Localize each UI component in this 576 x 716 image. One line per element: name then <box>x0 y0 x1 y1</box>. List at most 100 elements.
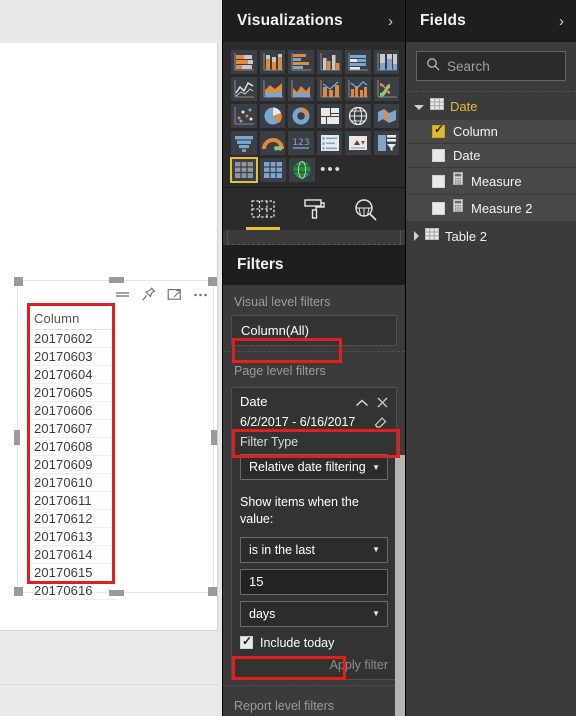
multi-row-card-visual-icon[interactable] <box>316 131 342 155</box>
card-visual-icon[interactable]: 123 <box>288 131 314 155</box>
analytics-tab[interactable] <box>350 195 380 223</box>
table-row[interactable]: 20170613 <box>31 528 117 546</box>
focus-mode-icon[interactable] <box>166 286 183 303</box>
field-checkbox[interactable] <box>432 149 445 162</box>
fields-table-date[interactable]: Date <box>406 92 576 120</box>
date-filter-title: Date <box>240 394 268 409</box>
field-item-measure[interactable]: Measure <box>406 168 576 195</box>
table-row[interactable]: 20170605 <box>31 384 117 402</box>
matrix-visual-icon[interactable] <box>260 158 286 182</box>
table-row[interactable]: 20170616 <box>31 582 117 600</box>
kpi-visual-icon[interactable] <box>345 131 371 155</box>
resize-handle-bottom-left[interactable] <box>14 587 23 596</box>
triangle-down-icon[interactable] <box>414 104 424 110</box>
visualizations-title: Visualizations <box>237 12 343 29</box>
filled-map-visual-icon[interactable] <box>373 104 399 128</box>
table-row[interactable]: 20170604 <box>31 366 117 384</box>
table-row[interactable]: 20170612 <box>31 510 117 528</box>
more-options-icon[interactable] <box>192 286 209 303</box>
field-checkbox[interactable] <box>432 174 445 188</box>
slicer-visual-icon[interactable] <box>373 131 399 155</box>
unit-value: days <box>249 606 276 621</box>
date-filter-range: 6/2/2017 - 6/16/2017 <box>240 415 356 429</box>
filter-type-dropdown[interactable]: Relative date filtering ▼ <box>240 454 388 480</box>
treemap-chart-icon[interactable] <box>316 104 342 128</box>
table-grid[interactable]: Column 20170602 20170603 20170604 20170605 2… <box>31 309 117 600</box>
fields-table-table-2[interactable]: Table 2 <box>406 222 576 250</box>
more-visuals-icon[interactable]: ••• <box>318 158 344 182</box>
field-checkbox[interactable] <box>432 201 445 215</box>
gauge-chart-icon[interactable] <box>259 131 285 155</box>
resize-handle-bottom-right[interactable] <box>208 587 217 596</box>
table-row[interactable]: 20170615 <box>31 564 117 582</box>
table-row[interactable]: 20170611 <box>31 492 117 510</box>
table-row[interactable]: 20170603 <box>31 348 117 366</box>
resize-handle-top-right[interactable] <box>208 277 217 286</box>
format-tab[interactable] <box>299 195 329 223</box>
funnel-chart-icon[interactable] <box>231 131 257 155</box>
resize-handle-middle-left[interactable] <box>14 429 20 445</box>
include-today-checkbox[interactable]: Include today <box>240 634 388 650</box>
field-item-date[interactable]: Date <box>406 144 576 168</box>
amount-input[interactable]: 15 <box>240 568 388 595</box>
stacked-bar-chart-icon[interactable] <box>231 50 257 74</box>
area-chart-icon[interactable] <box>259 77 285 101</box>
resize-handle-top-left[interactable] <box>14 277 23 286</box>
field-label: Column <box>453 124 498 139</box>
clustered-bar-chart-icon[interactable] <box>288 50 314 74</box>
resize-handle-bottom-center[interactable] <box>108 590 124 596</box>
donut-chart-icon[interactable] <box>288 104 314 128</box>
stacked-column-chart-icon[interactable] <box>259 50 285 74</box>
fields-tab[interactable] <box>245 195 280 230</box>
chevron-right-icon[interactable]: › <box>388 13 393 30</box>
scatter-chart-icon[interactable] <box>231 104 257 128</box>
clustered-column-chart-icon[interactable] <box>316 50 342 74</box>
table-visual[interactable]: Column 20170602 20170603 20170604 20170605 2… <box>14 277 217 600</box>
search-input[interactable]: Search <box>416 51 566 81</box>
table-column-header[interactable]: Column <box>31 309 117 330</box>
resize-handle-middle-right[interactable] <box>211 429 217 445</box>
eraser-icon[interactable] <box>374 413 388 434</box>
condition-dropdown[interactable]: is in the last ▼ <box>240 536 388 563</box>
line-and-stacked-column-chart-icon[interactable] <box>316 77 342 101</box>
triangle-right-icon[interactable] <box>414 231 419 241</box>
hundred-percent-stacked-column-chart-icon[interactable] <box>373 50 399 74</box>
visual-level-filters-group: Visual level filters Column(All) <box>223 285 405 352</box>
pie-chart-icon[interactable] <box>259 104 285 128</box>
resize-handle-top-center[interactable] <box>108 277 124 283</box>
filter-sort-icon[interactable] <box>114 286 131 303</box>
filter-chip-column[interactable]: Column(All) <box>231 315 397 346</box>
line-and-clustered-column-chart-icon[interactable] <box>345 77 371 101</box>
hundred-percent-stacked-bar-chart-icon[interactable] <box>345 50 371 74</box>
r-script-visual-icon[interactable] <box>289 158 315 182</box>
field-label: Date <box>453 148 481 163</box>
filters-pane-scrollbar[interactable] <box>395 455 405 716</box>
apply-filter-button[interactable]: Apply filter <box>240 658 388 672</box>
stacked-area-chart-icon[interactable] <box>288 77 314 101</box>
ribbon-chart-icon[interactable] <box>373 77 399 101</box>
table-row[interactable]: 20170608 <box>31 438 117 456</box>
field-item-measure-2[interactable]: Measure 2 <box>406 195 576 222</box>
line-chart-icon[interactable] <box>231 77 257 101</box>
field-checkbox[interactable] <box>432 122 445 138</box>
date-filter-card[interactable]: Date 6/2/2017 - 6/16/2017 Filter Type Re… <box>231 387 397 680</box>
table-row[interactable]: 20170607 <box>31 420 117 438</box>
fields-title: Fields <box>420 12 466 29</box>
visualization-type-gallery: 123 ••• <box>223 42 405 188</box>
table-row[interactable]: 20170602 <box>31 330 117 348</box>
chevron-right-icon[interactable]: › <box>559 13 564 30</box>
close-icon[interactable] <box>377 395 388 413</box>
table-row[interactable]: 20170609 <box>31 456 117 474</box>
table-visual-icon[interactable] <box>230 157 258 183</box>
table-row[interactable]: 20170614 <box>31 546 117 564</box>
pin-icon[interactable] <box>140 286 157 303</box>
field-item-column[interactable]: Column <box>406 120 576 144</box>
unit-dropdown[interactable]: days ▼ <box>240 600 388 627</box>
chevron-up-icon[interactable] <box>355 395 369 413</box>
table-row[interactable]: 20170606 <box>31 402 117 420</box>
table-row[interactable]: 20170610 <box>31 474 117 492</box>
map-visual-icon[interactable] <box>345 104 371 128</box>
checkbox-icon <box>240 634 253 650</box>
visual-fields-dropzone[interactable] <box>227 230 401 245</box>
visualization-icon-row: 123 <box>231 131 399 155</box>
